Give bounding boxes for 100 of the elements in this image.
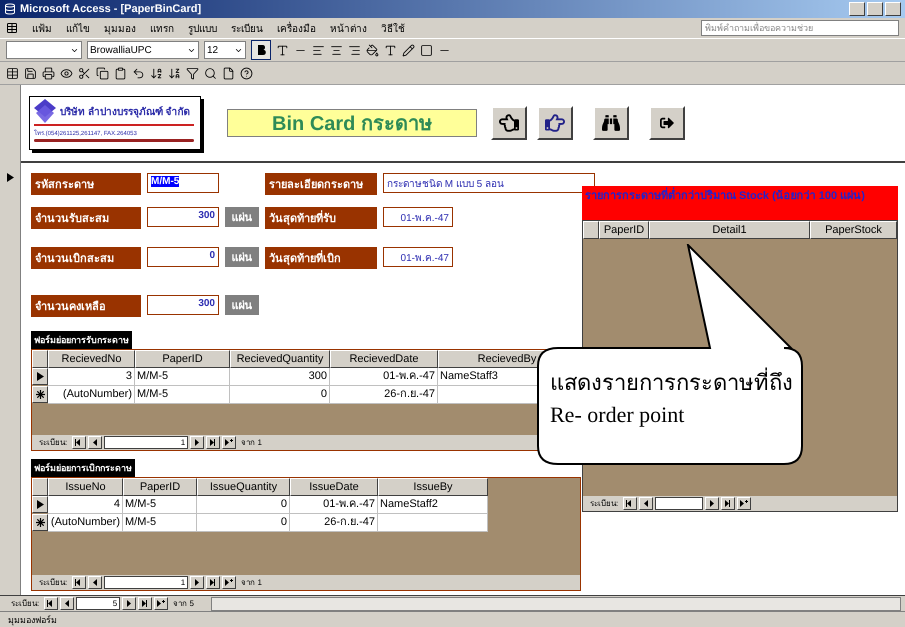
search-icon[interactable] — [204, 66, 217, 80]
menu-item[interactable]: เครื่องมือ — [277, 20, 316, 36]
find-button[interactable] — [593, 106, 629, 140]
next-record-icon[interactable] — [190, 436, 204, 449]
help-search-field[interactable]: พิมพ์คำถามเพื่อขอความช่วย — [701, 20, 899, 36]
column-header[interactable]: IssueNo — [48, 478, 123, 496]
fill-color-icon[interactable] — [366, 44, 379, 56]
last-record-icon[interactable] — [138, 597, 152, 610]
field-value[interactable]: 01-พ.ค.-47 — [383, 247, 453, 267]
cut-icon[interactable] — [78, 66, 91, 80]
menu-item[interactable]: แก้ไข — [66, 20, 90, 36]
table-cell: 01-พ.ค.-47 — [290, 496, 378, 514]
border-icon[interactable] — [420, 44, 433, 56]
font-combo[interactable]: BrowalliaUPC — [87, 41, 199, 59]
table-cell: 0 — [230, 386, 330, 404]
undo-icon[interactable] — [132, 66, 145, 80]
record-number-field[interactable] — [655, 497, 704, 510]
new-record-nav-icon[interactable] — [222, 576, 236, 589]
table-cell: 0 — [197, 514, 290, 532]
header-corner — [32, 478, 48, 496]
field-value[interactable]: M/M-5 — [147, 173, 219, 193]
restore-button[interactable] — [867, 2, 883, 16]
row-selector[interactable] — [32, 514, 48, 531]
column-header[interactable]: IssueQuantity — [197, 478, 290, 496]
menu-item[interactable]: ระเบียน — [231, 20, 263, 36]
menu-item[interactable]: มุมมอง — [104, 20, 136, 36]
column-header[interactable]: PaperID — [135, 350, 230, 368]
align-left-icon[interactable] — [312, 44, 325, 56]
copy-icon[interactable] — [96, 66, 109, 80]
new-record-nav-icon[interactable] — [154, 597, 168, 610]
previous-button[interactable] — [491, 106, 527, 140]
row-selector[interactable] — [32, 368, 48, 385]
close-button[interactable] — [885, 2, 901, 16]
column-header[interactable]: RecievedDate — [330, 350, 438, 368]
print-icon[interactable] — [42, 66, 55, 80]
column-header[interactable]: PaperID — [123, 478, 197, 496]
new-record-nav-icon[interactable] — [737, 497, 752, 510]
previous-record-icon[interactable] — [88, 576, 102, 589]
unit-label: แผ่น — [225, 207, 259, 227]
print-preview-icon[interactable] — [60, 66, 73, 80]
last-record-icon[interactable] — [206, 436, 220, 449]
view-icon[interactable] — [6, 66, 19, 80]
menu-item[interactable]: แทรก — [150, 20, 174, 36]
menu-item[interactable]: รูปแบบ — [188, 20, 217, 36]
subform-title: ฟอร์มย่อยการรับกระดาษ — [31, 331, 132, 349]
previous-record-icon[interactable] — [88, 436, 102, 449]
paste-icon[interactable] — [114, 66, 127, 80]
line-color-icon[interactable] — [402, 44, 415, 56]
field-value[interactable]: 01-พ.ค.-47 — [383, 207, 453, 227]
new-object-icon[interactable] — [222, 66, 235, 80]
record-number-field[interactable]: 1 — [104, 576, 188, 589]
next-record-icon[interactable] — [190, 576, 204, 589]
object-combo[interactable] — [6, 41, 82, 59]
record-number-field[interactable]: 1 — [104, 436, 188, 449]
align-right-icon[interactable] — [348, 44, 361, 56]
new-record-nav-icon[interactable] — [222, 436, 236, 449]
column-header[interactable]: RecievedQuantity — [230, 350, 330, 368]
first-record-icon[interactable] — [623, 497, 638, 510]
column-header[interactable]: PaperStock — [810, 221, 897, 239]
field-value[interactable]: กระดาษชนิด M แบบ 5 ลอน — [383, 173, 595, 193]
menu-item[interactable]: แฟ้ม — [32, 20, 52, 36]
minimize-button[interactable] — [849, 2, 865, 16]
align-center-icon[interactable] — [330, 44, 343, 56]
first-record-icon[interactable] — [72, 436, 86, 449]
field-value[interactable]: 0 — [147, 247, 219, 267]
font-color-icon[interactable] — [384, 44, 397, 56]
column-header[interactable]: IssueBy — [378, 478, 488, 496]
record-number-field[interactable]: 5 — [76, 597, 120, 610]
filter-icon[interactable] — [186, 66, 199, 80]
first-record-icon[interactable] — [72, 576, 86, 589]
field-value[interactable]: 300 — [147, 207, 219, 227]
menu-item[interactable]: หน้าต่าง — [330, 20, 367, 36]
field-value[interactable]: 300 — [147, 295, 219, 315]
next-record-icon[interactable] — [122, 597, 136, 610]
table-cell: 26-ก.ย.-47 — [330, 386, 438, 404]
last-record-icon[interactable] — [721, 497, 736, 510]
last-record-icon[interactable] — [206, 576, 220, 589]
next-button[interactable] — [537, 106, 573, 140]
horizontal-scrollbar[interactable] — [210, 596, 901, 610]
font-size-combo[interactable]: 12 — [204, 41, 246, 59]
column-header[interactable]: PaperID — [599, 221, 649, 239]
column-header[interactable]: IssueDate — [290, 478, 378, 496]
form-icon[interactable] — [6, 22, 18, 34]
menu-item[interactable]: วิธีใช้ — [381, 20, 405, 36]
sort-ascending-icon[interactable] — [150, 66, 163, 80]
bold-button[interactable] — [251, 40, 271, 60]
exit-button[interactable] — [649, 106, 685, 140]
column-header[interactable]: Detail1 — [649, 221, 810, 239]
row-selector[interactable] — [32, 386, 48, 403]
save-icon[interactable] — [24, 66, 37, 80]
column-header[interactable]: RecievedNo — [48, 350, 135, 368]
previous-record-icon[interactable] — [60, 597, 74, 610]
first-record-icon[interactable] — [44, 597, 58, 610]
sort-descending-icon[interactable] — [168, 66, 181, 80]
previous-record-icon[interactable] — [639, 497, 654, 510]
row-selector[interactable] — [32, 496, 48, 513]
table-cell: 300 — [230, 368, 330, 386]
next-record-icon[interactable] — [705, 497, 720, 510]
field-label: จำนวนรับสะสม — [31, 207, 141, 229]
help-icon[interactable] — [240, 66, 253, 80]
